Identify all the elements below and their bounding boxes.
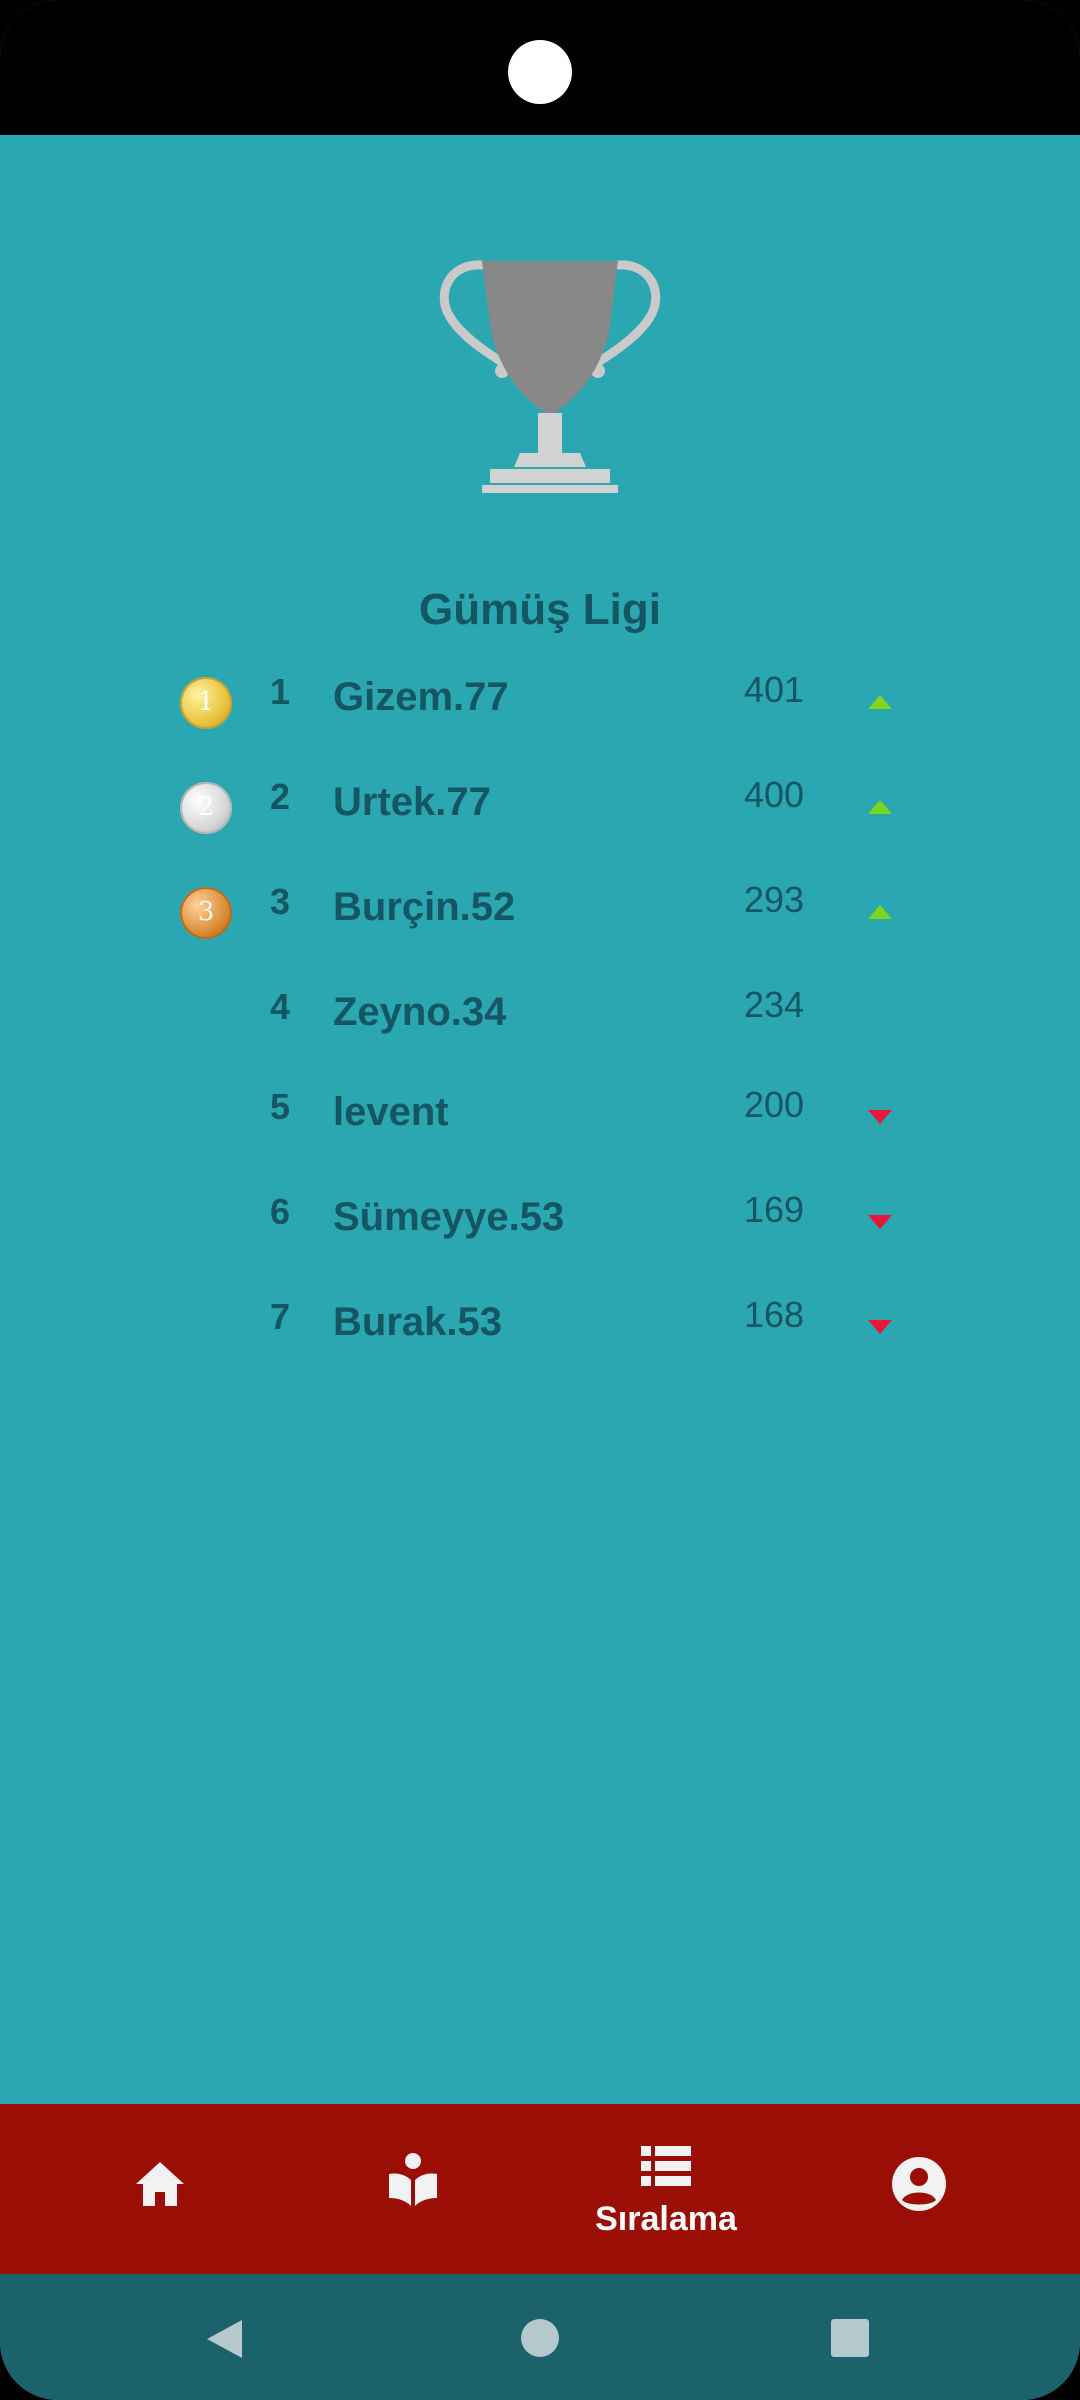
rank-number: 1	[270, 671, 291, 712]
system-back-button[interactable]	[166, 2274, 286, 2400]
account-circle-icon	[892, 2157, 946, 2211]
leaderboard-row[interactable]: 5 levent 200	[0, 1080, 1080, 1170]
rank-number: 2	[270, 776, 291, 817]
system-recents-button[interactable]	[790, 2274, 910, 2400]
leaderboard-row[interactable]: 7 Burak.53 168	[0, 1290, 1080, 1380]
system-navigation-bar	[0, 2274, 1080, 2400]
player-name: Zeyno.34	[333, 990, 507, 1034]
list-icon	[641, 2146, 691, 2186]
medal-digit: 3	[197, 897, 215, 927]
nav-item-profile[interactable]	[784, 2104, 1054, 2274]
bronze-medal-icon: 3	[180, 887, 232, 939]
nav-item-home[interactable]	[25, 2104, 295, 2274]
nav-label-leaderboard: Sıralama	[595, 2200, 737, 2238]
player-name: Sümeyye.53	[333, 1195, 565, 1239]
player-score: 168	[744, 1294, 805, 1335]
rank-number: 6	[270, 1191, 291, 1232]
home-circle-icon	[521, 2319, 559, 2357]
nav-item-leaderboard[interactable]: Sıralama	[531, 2104, 801, 2274]
trend-down-icon	[868, 1215, 892, 1229]
player-score: 200	[744, 1084, 805, 1125]
nav-item-learn[interactable]	[278, 2104, 548, 2274]
rank-number: 5	[270, 1086, 291, 1127]
trophy-icon	[439, 260, 661, 493]
book-reader-icon	[389, 2153, 437, 2206]
player-score: 293	[744, 879, 805, 920]
player-name: Burak.53	[333, 1300, 502, 1344]
medal-digit: 1	[197, 687, 215, 717]
trend-up-icon	[868, 905, 892, 919]
leaderboard-row[interactable]: 3 3 Burçin.52 293	[0, 875, 1080, 965]
recents-square-icon	[831, 2319, 869, 2357]
home-icon	[136, 2162, 184, 2206]
front-camera-cutout	[508, 40, 572, 104]
leaderboard-row[interactable]: 6 Sümeyye.53 169	[0, 1185, 1080, 1275]
player-score: 169	[744, 1189, 805, 1230]
player-score: 234	[744, 984, 805, 1025]
trend-down-icon	[868, 1110, 892, 1124]
trend-up-icon	[868, 695, 892, 709]
player-name: Burçin.52	[333, 885, 516, 929]
rank-number: 4	[270, 986, 291, 1027]
player-name: Urtek.77	[333, 780, 491, 824]
leaderboard-row[interactable]: 4 Zeyno.34 234	[0, 980, 1080, 1070]
leaderboard-row[interactable]: 2 2 Urtek.77 400	[0, 770, 1080, 860]
gold-medal-icon: 1	[180, 677, 232, 729]
status-bar	[0, 0, 1080, 135]
leaderboard-row[interactable]: 1 1 Gizem.77 401	[0, 665, 1080, 755]
trend-up-icon	[868, 800, 892, 814]
rank-number: 7	[270, 1296, 291, 1337]
player-name: Gizem.77	[333, 675, 509, 719]
rank-number: 3	[270, 881, 291, 922]
silver-medal-icon: 2	[180, 782, 232, 834]
back-triangle-icon	[207, 2320, 242, 2358]
phone-screen: Gümüş Ligi 1 1 Gizem.77 401 2 2 Urtek.77 400 3 3 B…	[0, 0, 1080, 2400]
player-score: 401	[744, 669, 805, 710]
player-score: 400	[744, 774, 805, 815]
system-home-button[interactable]	[480, 2274, 600, 2400]
league-title: Gümüş Ligi	[419, 585, 661, 634]
bottom-navigation-bar: Sıralama	[0, 2104, 1080, 2274]
trend-down-icon	[868, 1320, 892, 1334]
player-name: levent	[333, 1090, 449, 1134]
medal-digit: 2	[197, 792, 215, 822]
